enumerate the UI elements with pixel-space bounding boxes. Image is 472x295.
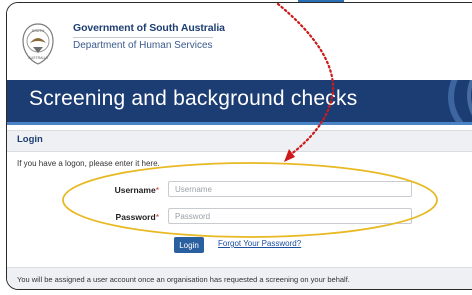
site-header: SOUTH AUSTRALIA Government of South Aust…: [7, 3, 472, 83]
login-intro-text: If you have a logon, please enter it her…: [17, 159, 160, 168]
page-title: Screening and background checks: [29, 87, 358, 110]
username-label: Username*: [87, 185, 159, 195]
banner-stripe: [7, 122, 472, 125]
footer-bar: You will be assigned a user account once…: [7, 267, 472, 289]
password-field[interactable]: [168, 208, 412, 224]
browser-frame: SOUTH AUSTRALIA Government of South Aust…: [6, 2, 472, 290]
login-section-header: Login: [7, 130, 472, 152]
account-assignment-note: You will be assigned a user account once…: [17, 275, 350, 284]
password-label-text: Password: [115, 212, 156, 222]
username-field[interactable]: [168, 181, 412, 197]
login-button[interactable]: Login: [174, 237, 204, 253]
svg-text:SOUTH: SOUTH: [32, 29, 45, 33]
header-divider: [73, 37, 213, 38]
department-name: Department of Human Services: [73, 40, 213, 51]
south-australia-crest-icon: SOUTH AUSTRALIA: [21, 23, 55, 65]
banner-swoosh-graphic: [448, 80, 472, 122]
svg-text:AUSTRALIA: AUSTRALIA: [28, 56, 48, 60]
password-required-marker: *: [155, 212, 159, 222]
password-label: Password*: [87, 212, 159, 222]
username-required-marker: *: [155, 185, 159, 195]
login-heading: Login: [17, 134, 43, 145]
page-banner: Screening and background checks: [7, 80, 472, 122]
government-name: Government of South Australia: [73, 22, 225, 34]
username-label-text: Username: [114, 185, 156, 195]
forgot-password-link[interactable]: Forgot Your Password?: [218, 239, 301, 248]
